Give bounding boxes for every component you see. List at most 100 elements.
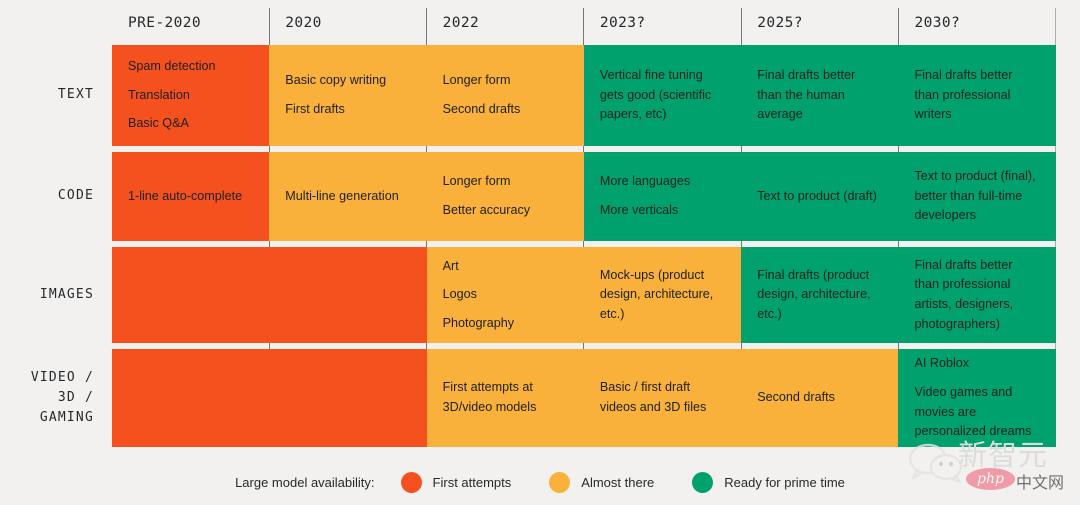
- circle-swatch-green-icon: [692, 471, 714, 493]
- legend-title: Large model availability:: [235, 474, 375, 490]
- matrix-cell[interactable]: Spam detection Translation Basic Q&A: [112, 45, 270, 146]
- matrix-cell[interactable]: Final drafts better than professional ar…: [898, 247, 1056, 343]
- matrix-cell[interactable]: Final drafts better than the human avera…: [741, 45, 899, 146]
- cell-line: Longer form: [442, 174, 511, 189]
- table-row: TEXT Spam detection Translation Basic Q&…: [0, 45, 1080, 146]
- capability-timeline-figure: PRE-2020 2020 2022 2023? 2025? 2030? TEX…: [0, 0, 1080, 505]
- matrix-cell[interactable]: Text to product (draft): [741, 152, 899, 241]
- matrix-cell[interactable]: More languages More verticals: [583, 152, 742, 241]
- cell-line: Longer form: [442, 73, 511, 88]
- cell-line: gets good (scientific: [599, 87, 712, 102]
- cell-line: Final drafts better: [757, 68, 856, 83]
- cell-line: Translation: [128, 87, 190, 102]
- legend-item-first-attempts: First attempts: [400, 471, 512, 493]
- row-cells: 1-line auto-complete Multi-line generati…: [112, 152, 1056, 241]
- matrix-cell[interactable]: [269, 247, 427, 343]
- cell-line: Basic / first draft: [599, 380, 691, 395]
- cell-line: etc.): [599, 306, 625, 321]
- cell-line: Logos: [442, 287, 477, 302]
- cell-line: writers: [914, 107, 952, 122]
- cell-line: Multi-line generation: [285, 188, 399, 203]
- cell-line: Final drafts better: [914, 68, 1013, 83]
- column-header-row: PRE-2020 2020 2022 2023? 2025? 2030?: [112, 0, 1056, 45]
- matrix-rows: TEXT Spam detection Translation Basic Q&…: [0, 45, 1080, 453]
- cell-line: artists, designers,: [914, 297, 1014, 311]
- column-header: 2025?: [757, 14, 803, 31]
- cell-line: Art: [442, 258, 459, 273]
- cell-line: etc.): [757, 306, 782, 321]
- column-header: 2022: [442, 14, 480, 31]
- row-cells: Art Logos Photography Mock-ups (product …: [112, 247, 1056, 343]
- cell-line: 3D/video models: [442, 400, 537, 414]
- matrix-cell[interactable]: Text to product (final), better than ful…: [898, 152, 1056, 241]
- column-header: 2023?: [599, 14, 646, 31]
- cell-line: design, architecture,: [599, 287, 714, 302]
- cell-line: First attempts at: [442, 380, 533, 395]
- matrix-cell[interactable]: Longer form Better accuracy: [426, 152, 584, 241]
- legend-label: First attempts: [432, 474, 512, 490]
- cell-line: average: [757, 107, 803, 122]
- table-row: CODE 1-line auto-complete Multi-line gen…: [0, 152, 1080, 241]
- cell-line: Vertical fine tuning: [599, 68, 703, 83]
- legend-item-ready-for-prime-time: Ready for prime time: [692, 471, 845, 493]
- matrix-cell[interactable]: Basic copy writing First drafts: [269, 45, 427, 146]
- cell-line: Text to product (final),: [914, 169, 1036, 184]
- row-label-code: CODE: [57, 188, 94, 204]
- column-header: 2020: [285, 14, 322, 31]
- matrix-cell[interactable]: Mock-ups (product design, architecture, …: [583, 247, 742, 343]
- capability-matrix: PRE-2020 2020 2022 2023? 2025? 2030? TEX…: [0, 0, 1080, 452]
- matrix-cell[interactable]: First attempts at 3D/video models: [426, 349, 584, 447]
- matrix-cell[interactable]: Second drafts: [741, 349, 899, 447]
- cell-line: Basic copy writing: [285, 73, 387, 88]
- legend: Large model availability: First attempts…: [0, 462, 1080, 502]
- matrix-cell[interactable]: AI Roblox Video games and movies are per…: [898, 349, 1056, 447]
- matrix-cell[interactable]: Longer form Second drafts: [426, 45, 584, 146]
- matrix-cell[interactable]: [269, 349, 427, 447]
- cell-line: More languages: [599, 174, 691, 189]
- cell-line: movies are: [914, 404, 977, 419]
- legend-item-almost-there: Almost there: [549, 471, 654, 493]
- cell-line: better than full-time: [914, 188, 1023, 203]
- cell-line: developers: [914, 208, 977, 223]
- column-header: 2030?: [914, 14, 961, 31]
- matrix-cell[interactable]: Final drafts better than professional wr…: [898, 45, 1056, 146]
- cell-line: design, architecture,: [757, 287, 871, 302]
- circle-swatch-red-icon: [400, 471, 422, 493]
- row-cells: First attempts at 3D/video models Basic …: [112, 349, 1056, 447]
- matrix-cell[interactable]: 1-line auto-complete: [112, 152, 270, 241]
- matrix-cell[interactable]: [112, 247, 270, 343]
- cell-line: 1-line auto-complete: [128, 188, 243, 203]
- row-label-images: IMAGES: [39, 286, 94, 302]
- matrix-cell[interactable]: Final drafts (product design, architectu…: [741, 247, 899, 343]
- row-label-video-3d-gaming: VIDEO / 3D / GAMING: [30, 369, 94, 426]
- matrix-cell[interactable]: [112, 349, 270, 447]
- cell-line: First drafts: [285, 102, 345, 116]
- matrix-cell[interactable]: Vertical fine tuning gets good (scientif…: [583, 45, 742, 146]
- cell-line: Final drafts (product: [757, 267, 870, 282]
- cell-line: Second drafts: [757, 390, 835, 405]
- cell-line: Spam detection: [128, 59, 216, 74]
- cell-line: Text to product (draft): [757, 188, 877, 203]
- cell-line: than the human: [757, 87, 845, 102]
- cell-line: photographers): [914, 316, 1000, 331]
- column-header: PRE-2020: [128, 14, 202, 31]
- matrix-cell[interactable]: Basic / first draft videos and 3D files: [583, 349, 742, 447]
- cell-line: Better accuracy: [442, 203, 531, 217]
- cell-line: papers, etc): [599, 107, 667, 122]
- row-label-text: TEXT: [57, 87, 94, 103]
- table-row: IMAGES Art Logos Photography Mock-ups (p…: [0, 247, 1080, 343]
- matrix-cell[interactable]: Art Logos Photography: [426, 247, 584, 343]
- cell-line: Photography: [442, 315, 515, 330]
- row-cells: Spam detection Translation Basic Q&A Bas…: [112, 45, 1056, 146]
- cell-line: than professional: [914, 87, 1011, 102]
- cell-line: Second drafts: [442, 102, 521, 116]
- cell-line: Video games and: [914, 384, 1013, 399]
- cell-line: personalized dreams: [914, 424, 1032, 439]
- cell-line: Final drafts better: [914, 257, 1013, 272]
- cell-line: than professional: [914, 277, 1011, 292]
- matrix-cell[interactable]: Multi-line generation: [269, 152, 427, 241]
- cell-line: More verticals: [599, 203, 679, 217]
- cell-line: Basic Q&A: [128, 116, 189, 131]
- cell-line: videos and 3D files: [599, 400, 707, 414]
- circle-swatch-amber-icon: [549, 471, 571, 493]
